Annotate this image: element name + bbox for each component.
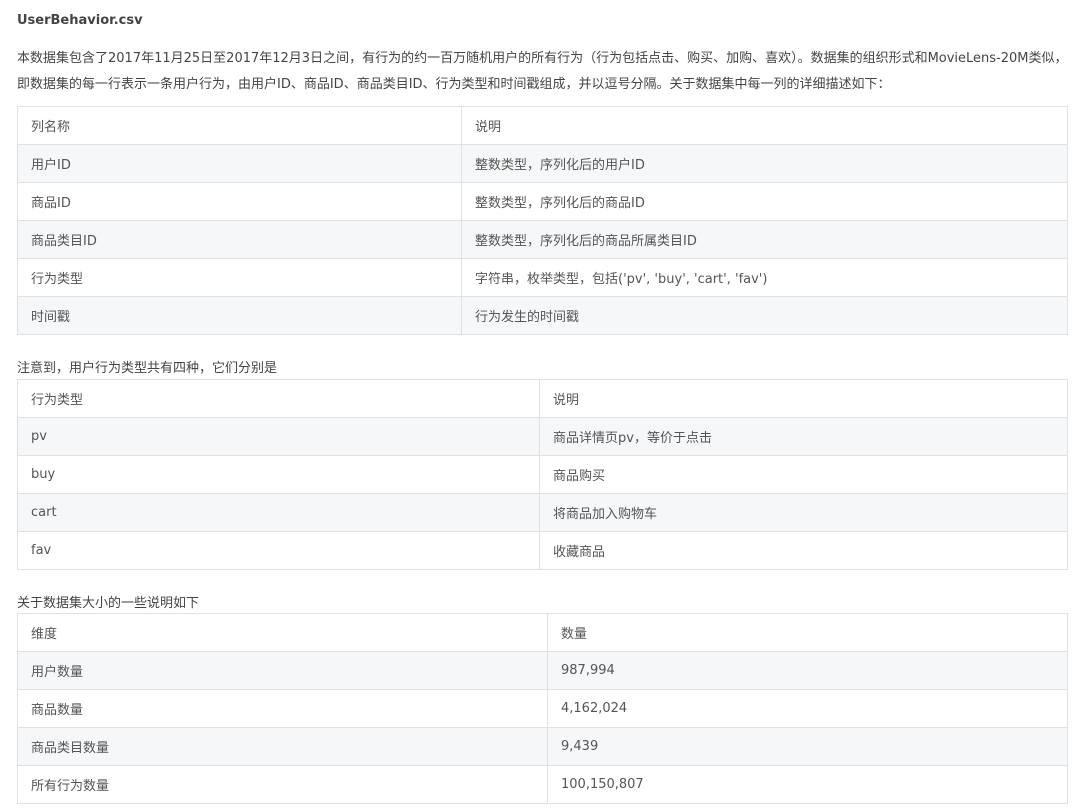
header-cell: 维度 (17, 613, 548, 652)
table-header-row: 行为类型 说明 (17, 379, 1068, 418)
table-cell: 字符串，枚举类型，包括('pv', 'buy', 'cart', 'fav') (461, 258, 1068, 297)
table-cell: 商品数量 (17, 689, 548, 728)
table-row: 用户数量 987,994 (17, 651, 1068, 690)
table-row: pv 商品详情页pv，等价于点击 (17, 417, 1068, 456)
table-row: 时间戳 行为发生的时间戳 (17, 296, 1068, 335)
table-header-row: 列名称 说明 (17, 106, 1068, 145)
table-row: buy 商品购买 (17, 455, 1068, 494)
table-row: cart 将商品加入购物车 (17, 493, 1068, 532)
table-cell: 整数类型，序列化后的商品ID (461, 182, 1068, 221)
table-cell: 100,150,807 (547, 765, 1068, 804)
file-title: UserBehavior.csv (17, 13, 143, 28)
table-header-row: 维度 数量 (17, 613, 1068, 652)
table-row: 行为类型 字符串，枚举类型，包括('pv', 'buy', 'cart', 'f… (17, 258, 1068, 297)
table-row: 商品类目ID 整数类型，序列化后的商品所属类目ID (17, 220, 1068, 259)
intro-line-2: 即数据集的每一行表示一条用户行为，由用户ID、商品ID、商品类目ID、行为类型和… (17, 77, 891, 92)
header-cell: 数量 (547, 613, 1068, 652)
table-cell: 所有行为数量 (17, 765, 548, 804)
table-cell: 收藏商品 (539, 531, 1068, 570)
table-cell: buy (17, 455, 540, 494)
table-cell: 9,439 (547, 727, 1068, 766)
columns-table: 列名称 说明 用户ID 整数类型，序列化后的用户ID 商品ID 整数类型，序列化… (17, 106, 1068, 335)
table-cell: 商品类目数量 (17, 727, 548, 766)
table-cell: 商品购买 (539, 455, 1068, 494)
table-cell: 行为发生的时间戳 (461, 296, 1068, 335)
intro-paragraph: 本数据集包含了2017年11月25日至2017年12月3日之间，有行为的约一百万… (17, 46, 1068, 98)
table-cell: 商品类目ID (17, 220, 462, 259)
intro-line-1: 本数据集包含了2017年11月25日至2017年12月3日之间，有行为的约一百万… (17, 51, 1068, 66)
table-cell: cart (17, 493, 540, 532)
table-row: 所有行为数量 100,150,807 (17, 765, 1068, 804)
table-cell: pv (17, 417, 540, 456)
table-row: fav 收藏商品 (17, 531, 1068, 570)
table-cell: 整数类型，序列化后的商品所属类目ID (461, 220, 1068, 259)
table-row: 商品数量 4,162,024 (17, 689, 1068, 728)
table-cell: 商品ID (17, 182, 462, 221)
table-cell: 时间戳 (17, 296, 462, 335)
dataset-size-note: 关于数据集大小的一些说明如下 (17, 596, 200, 611)
table-cell: 将商品加入购物车 (539, 493, 1068, 532)
header-cell: 说明 (539, 379, 1068, 418)
table-cell: fav (17, 531, 540, 570)
dataset-size-table: 维度 数量 用户数量 987,994 商品数量 4,162,024 商品类目数量… (17, 613, 1068, 804)
behavior-types-table: 行为类型 说明 pv 商品详情页pv，等价于点击 buy 商品购买 cart 将… (17, 379, 1068, 570)
table-row: 用户ID 整数类型，序列化后的用户ID (17, 144, 1068, 183)
header-cell: 说明 (461, 106, 1068, 145)
table-row: 商品ID 整数类型，序列化后的商品ID (17, 182, 1068, 221)
table-row: 商品类目数量 9,439 (17, 727, 1068, 766)
table-cell: 用户数量 (17, 651, 548, 690)
table-cell: 4,162,024 (547, 689, 1068, 728)
header-cell: 列名称 (17, 106, 462, 145)
table-cell: 987,994 (547, 651, 1068, 690)
header-cell: 行为类型 (17, 379, 540, 418)
behavior-types-note: 注意到，用户行为类型共有四种，它们分别是 (17, 361, 278, 376)
table-cell: 行为类型 (17, 258, 462, 297)
table-cell: 整数类型，序列化后的用户ID (461, 144, 1068, 183)
table-cell: 商品详情页pv，等价于点击 (539, 417, 1068, 456)
table-cell: 用户ID (17, 144, 462, 183)
